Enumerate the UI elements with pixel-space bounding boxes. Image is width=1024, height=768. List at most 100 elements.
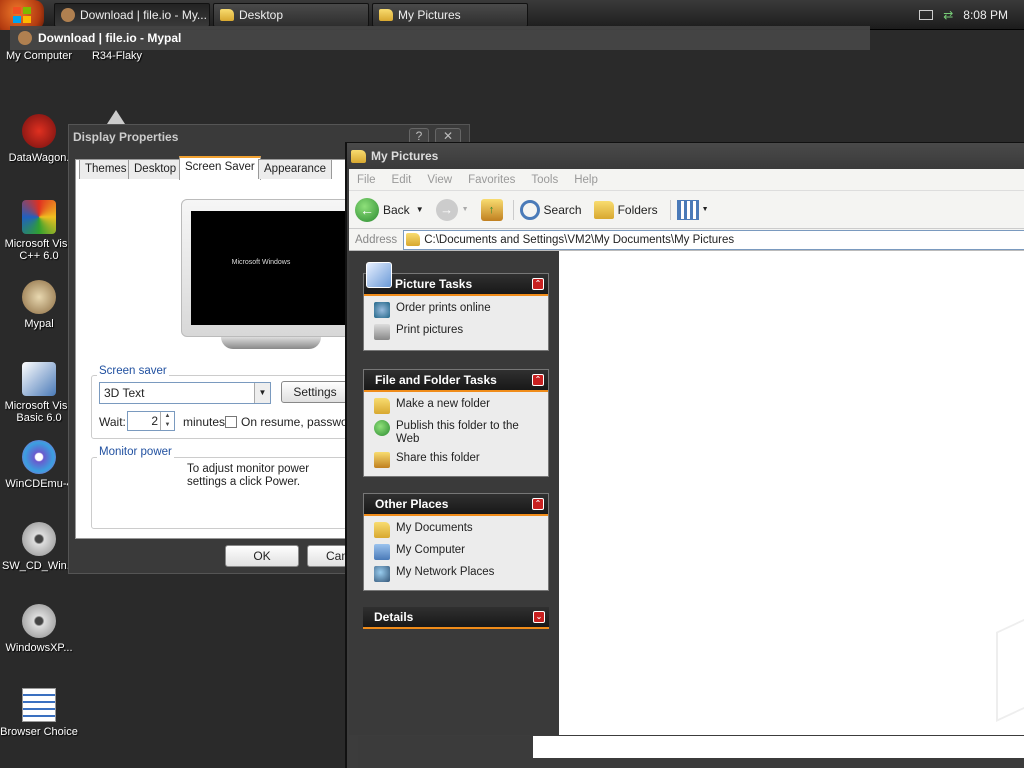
expand-icon[interactable]: ⌄	[533, 611, 545, 623]
taskbar-button-my-pictures[interactable]: My Pictures	[372, 3, 528, 27]
disc-icon	[22, 604, 56, 638]
task-share-folder[interactable]: Share this folder	[374, 452, 542, 468]
screensaver-dropdown[interactable]: 3D Text ▼	[99, 382, 271, 404]
place-my-network[interactable]: My Network Places	[374, 566, 542, 582]
task-pane: Picture Tasks ⌃ Order prints online Prin…	[349, 251, 559, 735]
panel-items: Make a new folder Publish this folder to…	[364, 392, 548, 476]
desktop-icon-windowsxp[interactable]: WindowsXP...	[0, 604, 78, 654]
folders-label: Folders	[617, 202, 658, 217]
back-button[interactable]: ← Back	[355, 197, 410, 222]
folder-icon	[374, 522, 390, 538]
folder-icon	[220, 9, 234, 21]
address-value: C:\Documents and Settings\VM2\My Documen…	[424, 233, 735, 246]
menu-file[interactable]: File	[349, 174, 384, 186]
folders-button[interactable]: Folders	[593, 200, 658, 219]
chevron-down-icon[interactable]: ▼	[254, 383, 270, 403]
address-input[interactable]: C:\Documents and Settings\VM2\My Documen…	[403, 229, 1024, 250]
mypal-icon	[22, 280, 56, 314]
desktop-icon-label: DataWagon.	[8, 152, 70, 164]
taskbar-button-desktop[interactable]: Desktop	[213, 3, 369, 27]
panel-title: Picture Tasks	[395, 277, 473, 291]
task-label: Order prints online	[396, 302, 491, 314]
screensaver-selected-value: 3D Text	[104, 386, 145, 400]
desktop-icon-label: Browser Choice	[0, 726, 78, 738]
cancel-button[interactable]: Can	[307, 545, 347, 567]
disc-icon	[22, 522, 56, 556]
ok-button[interactable]: OK	[225, 545, 299, 567]
window-title: My Pictures	[371, 149, 439, 163]
place-my-documents[interactable]: My Documents	[374, 522, 542, 538]
back-dropdown-icon[interactable]: ▼	[416, 205, 424, 214]
desktop-icon-label: WinCDEmu-4	[5, 478, 73, 490]
file-list-area[interactable]	[559, 251, 1024, 735]
monitor-power-text: To adjust monitor power settings a click…	[187, 463, 310, 488]
folders-icon	[593, 200, 614, 219]
panel-header[interactable]: Other Places ⌃	[364, 494, 548, 516]
forward-dropdown-icon[interactable]: ▼	[462, 206, 469, 213]
menu-bar: File Edit View Favorites Tools Help	[349, 169, 1024, 191]
views-button[interactable]: ▼	[669, 199, 709, 220]
back-arrow-icon: ←	[355, 197, 379, 222]
wait-stepper[interactable]: 2 ▲ ▼	[127, 411, 175, 431]
screen-saver-group-label: Screen saver	[97, 365, 169, 377]
task-label: Share this folder	[396, 452, 480, 464]
background-window-content	[533, 736, 1024, 758]
desktop-icon-label: Mypal	[24, 318, 54, 330]
desktop-icon-label: SW_CD_Win...	[2, 560, 76, 572]
desktop-icon-mypal[interactable]: Mypal	[0, 280, 78, 330]
search-button[interactable]: Search	[512, 199, 582, 220]
task-make-folder[interactable]: Make a new folder	[374, 398, 542, 414]
forward-arrow-icon[interactable]: →	[435, 198, 458, 221]
desktop-icon-vb6[interactable]: Microsoft Visu Basic 6.0	[0, 362, 78, 424]
collapse-icon[interactable]: ⌃	[532, 278, 544, 290]
panel-details: Details ⌄	[363, 607, 549, 629]
task-label: Publish this folder to the Web	[396, 420, 519, 445]
menu-view[interactable]: View	[419, 174, 460, 186]
desktop-icon-browser-choice[interactable]: Browser Choice	[0, 688, 78, 738]
minutes-label: minutes	[183, 415, 226, 429]
desktop-icon-datawagon[interactable]: DataWagon.	[0, 114, 78, 164]
panel-other-places: Other Places ⌃ My Documents My Computer …	[363, 493, 549, 591]
menu-favorites[interactable]: Favorites	[460, 174, 523, 186]
task-order-prints[interactable]: Order prints online	[374, 302, 542, 318]
window-title-bar[interactable]: My Pictures	[347, 143, 1024, 169]
warning-icon	[107, 110, 125, 124]
publish-web-icon	[374, 420, 390, 436]
resume-password-checkbox[interactable]	[225, 416, 237, 428]
desktop-icon-wincdemu[interactable]: WinCDEmu-4	[0, 440, 78, 490]
collapse-icon[interactable]: ⌃	[532, 498, 544, 510]
task-publish-web[interactable]: Publish this folder to the Web	[374, 420, 542, 446]
panel-header[interactable]: Picture Tasks ⌃	[364, 262, 548, 296]
keyboard-icon[interactable]	[919, 10, 934, 20]
task-print-pictures[interactable]: Print pictures	[374, 324, 542, 340]
settings-button[interactable]: Settings	[281, 381, 349, 403]
share-folder-icon	[374, 452, 390, 468]
taskbar-button-label: Download | file.io - My...	[80, 8, 207, 22]
network-icon[interactable]: ⇄	[943, 8, 953, 22]
menu-tools[interactable]: Tools	[523, 174, 566, 186]
tab-appearance[interactable]: Appearance	[258, 159, 333, 179]
taskbar-button-mypal[interactable]: Download | file.io - My...	[54, 3, 210, 27]
panel-header[interactable]: Details ⌄	[363, 607, 549, 629]
desktop-icon-label: My Computer	[5, 50, 73, 62]
window-title-bar[interactable]: Download | file.io - Mypal	[10, 26, 870, 50]
desktop-icon-sw-cd[interactable]: SW_CD_Win...	[0, 522, 78, 572]
tab-themes[interactable]: Themes	[79, 159, 133, 179]
menu-edit[interactable]: Edit	[384, 174, 420, 186]
panel-picture-tasks: Picture Tasks ⌃ Order prints online Prin…	[363, 262, 549, 351]
desktop-icon-vc6[interactable]: Microsoft Visu C++ 6.0	[0, 200, 78, 262]
collapse-icon[interactable]: ⌃	[532, 374, 544, 386]
tab-screen-saver[interactable]: Screen Saver	[179, 156, 261, 180]
spin-arrows-icon[interactable]: ▲ ▼	[160, 412, 174, 430]
tab-desktop[interactable]: Desktop	[128, 159, 183, 179]
up-folder-icon[interactable]: ↑	[480, 198, 503, 221]
task-label: Make a new folder	[396, 398, 490, 410]
place-my-computer[interactable]: My Computer	[374, 544, 542, 560]
desktop-icon-my-computer[interactable]: My Computer	[0, 50, 78, 62]
back-label: Back	[383, 202, 410, 217]
menu-help[interactable]: Help	[566, 174, 606, 186]
clock[interactable]: 8:08 PM	[963, 8, 1008, 22]
desktop-icon-r34-flaky[interactable]: R34-Flaky	[78, 50, 156, 62]
panel-header[interactable]: File and Folder Tasks ⌃	[364, 370, 548, 392]
taskbar-button-label: Desktop	[239, 8, 284, 22]
